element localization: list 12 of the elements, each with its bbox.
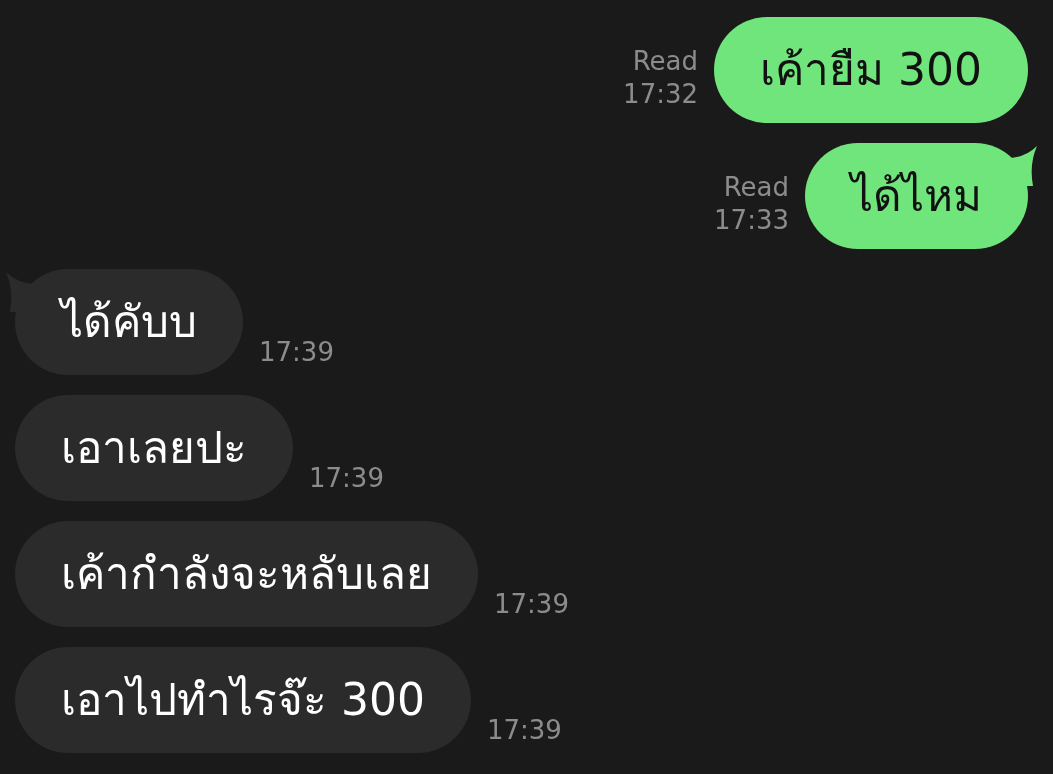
message-time: 17:39 — [486, 714, 562, 747]
message-text: เอาเลยปะ — [61, 421, 247, 475]
message-time: 17:39 — [259, 336, 334, 369]
read-receipt: Read — [632, 45, 699, 78]
message-text: เค้ายืม 300 — [760, 43, 982, 97]
message-time: 17:39 — [494, 588, 569, 621]
read-receipt: Read — [723, 171, 789, 204]
message-time: 17:33 — [714, 204, 789, 237]
message-text: เค้ากำลังจะหลับเลย — [61, 547, 432, 601]
message-time: 17:32 — [623, 78, 699, 111]
message-time: 17:39 — [309, 462, 384, 495]
message-text: เอาไปทำไรจ๊ะ 300 — [61, 673, 425, 727]
